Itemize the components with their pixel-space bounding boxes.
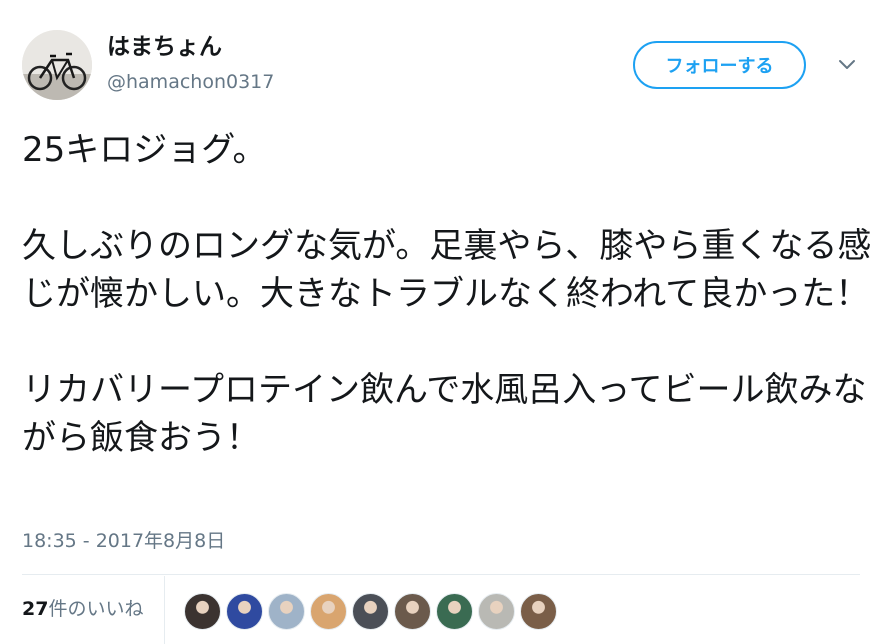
likes-suffix: 件のいいね	[48, 598, 144, 620]
tweet-paragraph-spacer	[22, 174, 872, 222]
liker-avatar-6[interactable]	[394, 593, 431, 630]
tweet-paragraph: 久しぶりのロングな気が。足裏やら、膝やら重くなる感じが懐かしい。大きなトラブルな…	[22, 226, 872, 314]
bicycle-avatar-icon	[22, 30, 92, 100]
liker-avatar-7[interactable]	[436, 593, 473, 630]
likes-count: 27	[22, 598, 49, 620]
liker-avatar-8[interactable]	[478, 593, 515, 630]
tweet-timestamp[interactable]: 18:35 - 2017年8月8日	[22, 529, 225, 553]
tweet-paragraph: 25キロジョグ。	[22, 130, 267, 170]
liker-avatar-1[interactable]	[184, 593, 221, 630]
liker-avatar-2[interactable]	[226, 593, 263, 630]
liker-avatars	[184, 593, 557, 630]
liker-avatar-3[interactable]	[268, 593, 305, 630]
vertical-divider	[164, 576, 165, 644]
user-display-name[interactable]: はまちょん	[107, 32, 222, 62]
user-screen-name[interactable]: @hamachon0317	[107, 70, 274, 94]
tweet-paragraph-spacer	[22, 318, 872, 366]
user-avatar[interactable]	[22, 30, 92, 100]
tweet-card: はまちょん @hamachon0317 フォローする 25キロジョグ。 久しぶり…	[0, 0, 882, 644]
follow-button[interactable]: フォローする	[633, 41, 806, 89]
tweet-paragraph: リカバリープロテイン飲んで水風呂入ってビール飲みながら飯食おう！	[22, 370, 867, 458]
divider	[22, 574, 860, 575]
likes-count-link[interactable]: 27件のいいね	[22, 596, 143, 622]
liker-avatar-5[interactable]	[352, 593, 389, 630]
chevron-down-icon[interactable]	[836, 56, 858, 74]
liker-avatar-9[interactable]	[520, 593, 557, 630]
liker-avatar-4[interactable]	[310, 593, 347, 630]
tweet-text: 25キロジョグ。 久しぶりのロングな気が。足裏やら、膝やら重くなる感じが懐かしい…	[22, 126, 872, 462]
